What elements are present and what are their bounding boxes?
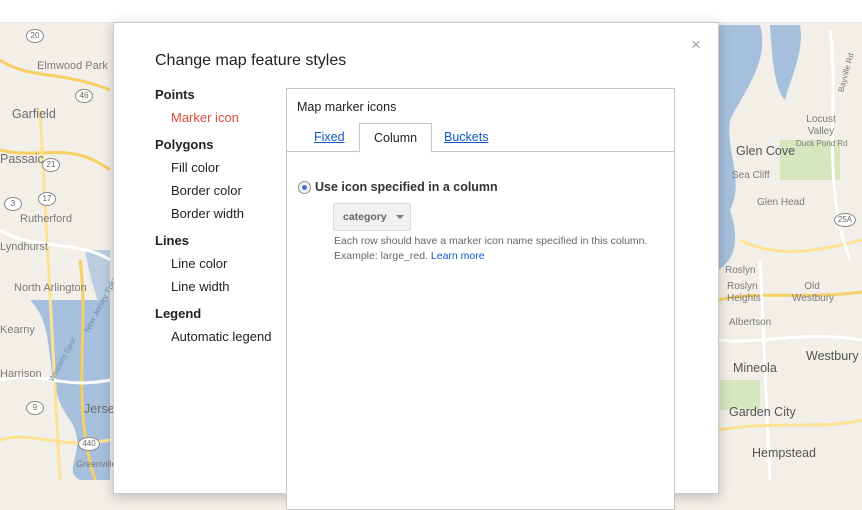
sidebar-heading-polygons: Polygons bbox=[155, 137, 214, 152]
map-label: Albertson bbox=[729, 317, 772, 328]
radio-selected-dot bbox=[302, 184, 307, 190]
route-shield: 25A bbox=[834, 213, 856, 227]
map-label: North Arlington bbox=[14, 282, 87, 294]
tabs-divider bbox=[287, 151, 674, 152]
column-select-value: category bbox=[343, 211, 387, 223]
help-example: Example: large_red. bbox=[334, 250, 428, 262]
route-shield: 9 bbox=[26, 401, 44, 415]
chevron-down-icon bbox=[396, 215, 404, 219]
map-label: Old Westbury bbox=[792, 281, 835, 304]
marker-icons-panel: Map marker icons Fixed Column Buckets Us… bbox=[286, 88, 675, 510]
sidebar-item-border-width[interactable]: Border width bbox=[155, 205, 285, 228]
help-line-2: Example: large_red. Learn more bbox=[334, 249, 647, 264]
sidebar-item-line-color[interactable]: Line color bbox=[155, 255, 285, 278]
route-shield: 17 bbox=[38, 192, 56, 206]
learn-more-link[interactable]: Learn more bbox=[431, 250, 485, 262]
route-shield: 3 bbox=[4, 197, 22, 211]
map-label: Elmwood Park bbox=[37, 60, 108, 72]
map-label: Roslyn Heights bbox=[727, 281, 761, 304]
help-text: Each row should have a marker icon name … bbox=[334, 234, 647, 264]
map-label: Greenville bbox=[76, 459, 117, 469]
radio-button[interactable] bbox=[298, 180, 311, 194]
column-select[interactable]: category bbox=[333, 203, 411, 231]
map-label: Garden City bbox=[729, 405, 796, 419]
sidebar-item-automatic-legend[interactable]: Automatic legend bbox=[155, 328, 285, 351]
sidebar-heading-points: Points bbox=[155, 87, 195, 102]
sidebar-item-line-width[interactable]: Line width bbox=[155, 278, 285, 301]
column-icon-option[interactable]: Use icon specified in a column bbox=[298, 180, 498, 194]
dialog-title: Change map feature styles bbox=[155, 52, 347, 69]
tab-buckets[interactable]: Buckets bbox=[430, 123, 502, 151]
map-label: Garfield bbox=[12, 107, 56, 121]
help-line-1: Each row should have a marker icon name … bbox=[334, 235, 648, 247]
map-label: Lyndhurst bbox=[0, 241, 48, 253]
tab-fixed[interactable]: Fixed bbox=[300, 123, 359, 151]
map-label: Passaic bbox=[0, 152, 44, 166]
map-label: Mineola bbox=[733, 361, 777, 375]
map-label: Westbury bbox=[806, 349, 859, 363]
map-label: Glen Cove bbox=[736, 144, 796, 158]
sidebar-item-fill-color[interactable]: Fill color bbox=[155, 159, 285, 182]
tab-column[interactable]: Column bbox=[359, 123, 433, 153]
map-label: Harrison bbox=[0, 368, 42, 380]
route-shield: 20 bbox=[26, 29, 44, 43]
map-label: Kearny bbox=[0, 324, 35, 336]
route-shield: 440 bbox=[78, 437, 100, 451]
style-category-sidebar: Points Marker icon Polygons Fill color B… bbox=[155, 86, 285, 351]
map-label: Roslyn bbox=[725, 265, 756, 276]
map-label: Duck Pond Rd bbox=[796, 139, 848, 148]
radio-label[interactable]: Use icon specified in a column bbox=[315, 180, 498, 194]
sidebar-item-marker-icon[interactable]: Marker icon bbox=[155, 109, 285, 132]
map-label: Locust Valley bbox=[806, 114, 836, 137]
close-icon[interactable]: × bbox=[687, 36, 705, 54]
panel-title: Map marker icons bbox=[297, 100, 397, 114]
map-label: Hempstead bbox=[752, 446, 816, 460]
sidebar-heading-legend: Legend bbox=[155, 306, 202, 321]
sidebar-item-border-color[interactable]: Border color bbox=[155, 182, 285, 205]
route-shield: 21 bbox=[42, 158, 60, 172]
map-label: Rutherford bbox=[20, 213, 72, 225]
sidebar-heading-lines: Lines bbox=[155, 233, 189, 248]
map-label: Glen Head bbox=[757, 197, 805, 208]
route-shield: 46 bbox=[75, 89, 93, 103]
change-styles-dialog: Change map feature styles × Points Marke… bbox=[113, 22, 719, 510]
map-label: Sea Cliff bbox=[732, 170, 770, 181]
